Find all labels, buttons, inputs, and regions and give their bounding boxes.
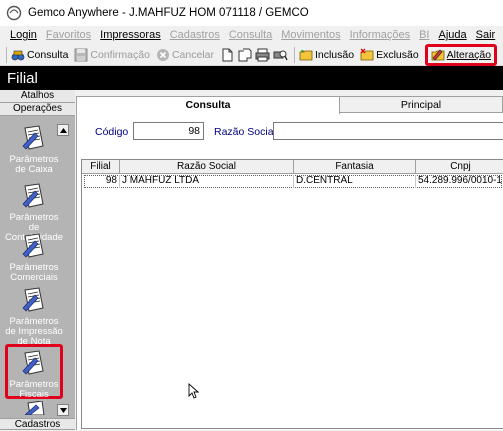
consulta-button[interactable]: Consulta: [11, 46, 68, 64]
cancelar-label: Cancelar: [171, 48, 214, 61]
tab-principal[interactable]: Principal: [339, 96, 503, 113]
alteracao-button[interactable]: Alteração: [424, 43, 498, 66]
window-title-bar: Gemco Anywhere - J.MAHFUZ HOM 071118 / G…: [0, 0, 503, 26]
tab-consulta[interactable]: Consulta: [76, 96, 340, 114]
folder-edit-icon: [431, 49, 445, 60]
menu-bi[interactable]: BI: [419, 29, 429, 41]
toolbar-separator: [293, 46, 295, 63]
column-header-fantasia[interactable]: Fantasia: [294, 160, 416, 174]
sidebar-atalhos[interactable]: Atalhos: [0, 90, 75, 103]
consulta-label: Consulta: [26, 48, 69, 61]
toolbar-separator: [6, 46, 7, 63]
confirmacao-button[interactable]: Confirmação: [74, 46, 150, 64]
razao-social-input[interactable]: [273, 122, 503, 140]
sidebar-item-label: Parâmetros Comerciais: [9, 262, 59, 283]
menu-ajuda[interactable]: Ajuda: [439, 29, 467, 41]
toolbar: Consulta Confirmação Cancelar Inclusão E…: [0, 43, 503, 66]
new-document-button[interactable]: [220, 47, 236, 63]
sidebar-item-label: Parâmetros Fiscais: [9, 379, 59, 400]
copy-document-icon: [238, 48, 252, 61]
content-area: Consulta Principal Código 98 Razão Socia…: [76, 90, 503, 430]
menu-movimentos[interactable]: Movimentos: [281, 29, 340, 41]
sidebar-operacoes[interactable]: Operações: [0, 103, 75, 116]
parameters-doc-icon: [24, 401, 45, 415]
consulta-panel: Código 98 Razão Social Filial Razão Soci…: [76, 112, 503, 430]
menu-impressoras[interactable]: Impressoras: [100, 29, 161, 41]
parameters-doc-icon: [22, 233, 44, 258]
sidebar-item-label: Parâmetros de Impressão de Nota: [5, 316, 63, 347]
razao-social-label: Razão Social: [214, 126, 276, 138]
sidebar-item-parametros-impressao-nota[interactable]: Parâmetros de Impressão de Nota: [4, 286, 64, 347]
binoculars-icon: [11, 50, 25, 60]
menu-sair[interactable]: Sair: [476, 29, 496, 41]
sidebar-item-parametros-caixa[interactable]: Parâmetros de Caixa: [4, 124, 64, 175]
arrow-down-icon: [59, 407, 67, 413]
confirmacao-label: Confirmação: [90, 48, 150, 61]
menu-informacoes[interactable]: Informações: [350, 29, 411, 41]
folder-add-icon: [299, 49, 313, 60]
parameters-doc-icon: [22, 287, 44, 312]
cell-fantasia: D.CENTRAL: [294, 175, 416, 188]
save-icon: [74, 48, 88, 61]
menu-consulta[interactable]: Consulta: [229, 29, 272, 41]
print-preview-button[interactable]: [272, 47, 288, 63]
column-header-razao-social[interactable]: Razão Social: [120, 160, 294, 174]
screen-title: Filial: [7, 69, 38, 87]
exclusao-button[interactable]: Exclusão: [360, 46, 419, 64]
screen-title-bar: Filial: [0, 66, 503, 90]
sidebar-item-parametros-fiscais[interactable]: Parâmetros Fiscais: [5, 344, 63, 400]
cell-cnpj: 54.289.996/0010-17: [418, 175, 502, 186]
parameters-doc-icon: [22, 350, 44, 375]
parameters-doc-icon: [22, 125, 44, 150]
print-preview-icon: [273, 50, 288, 60]
sidebar-scroll-down-button[interactable]: [57, 404, 69, 416]
print-button[interactable]: [255, 47, 271, 63]
copy-document-button[interactable]: [237, 47, 253, 63]
alteracao-label: Alteração: [446, 48, 492, 61]
sidebar-cadastros[interactable]: Cadastros: [0, 418, 75, 430]
app-logo-icon: [6, 5, 22, 21]
column-header-filial[interactable]: Filial: [82, 160, 120, 174]
menu-cadastros[interactable]: Cadastros: [170, 29, 220, 41]
results-grid: Filial Razão Social Fantasia Cnpj 98 J M…: [81, 159, 503, 429]
parameters-doc-icon: [22, 183, 44, 208]
sidebar-item-parametros-comerciais[interactable]: Parâmetros Comerciais: [4, 232, 64, 283]
menu-bar: Login Favoritos Impressoras Cadastros Co…: [0, 26, 503, 44]
cancelar-button[interactable]: Cancelar: [156, 46, 214, 64]
new-document-icon: [222, 48, 233, 61]
menu-favoritos[interactable]: Favoritos: [46, 29, 91, 41]
window-title: Gemco Anywhere - J.MAHFUZ HOM 071118 / G…: [28, 7, 309, 19]
cell-razao-social: J MAHFUZ LTDA: [120, 175, 294, 188]
exclusao-label: Exclusão: [376, 48, 419, 61]
inclusao-label: Inclusão: [314, 48, 355, 61]
cancel-icon: [156, 48, 169, 61]
mouse-cursor-icon: [188, 383, 199, 399]
printer-icon: [255, 48, 270, 61]
codigo-input[interactable]: 98: [133, 122, 204, 140]
cell-filial: 98: [82, 175, 120, 188]
folder-delete-icon: [360, 48, 374, 60]
sidebar: Atalhos Operações Parâmetros de Caixa Pa…: [0, 90, 75, 430]
inclusao-button[interactable]: Inclusão: [299, 46, 354, 64]
sidebar-item-label: Parâmetros de Caixa: [9, 154, 59, 175]
column-header-cnpj[interactable]: Cnpj: [416, 160, 503, 174]
codigo-label: Código: [95, 126, 129, 138]
menu-login[interactable]: Login: [10, 29, 37, 41]
